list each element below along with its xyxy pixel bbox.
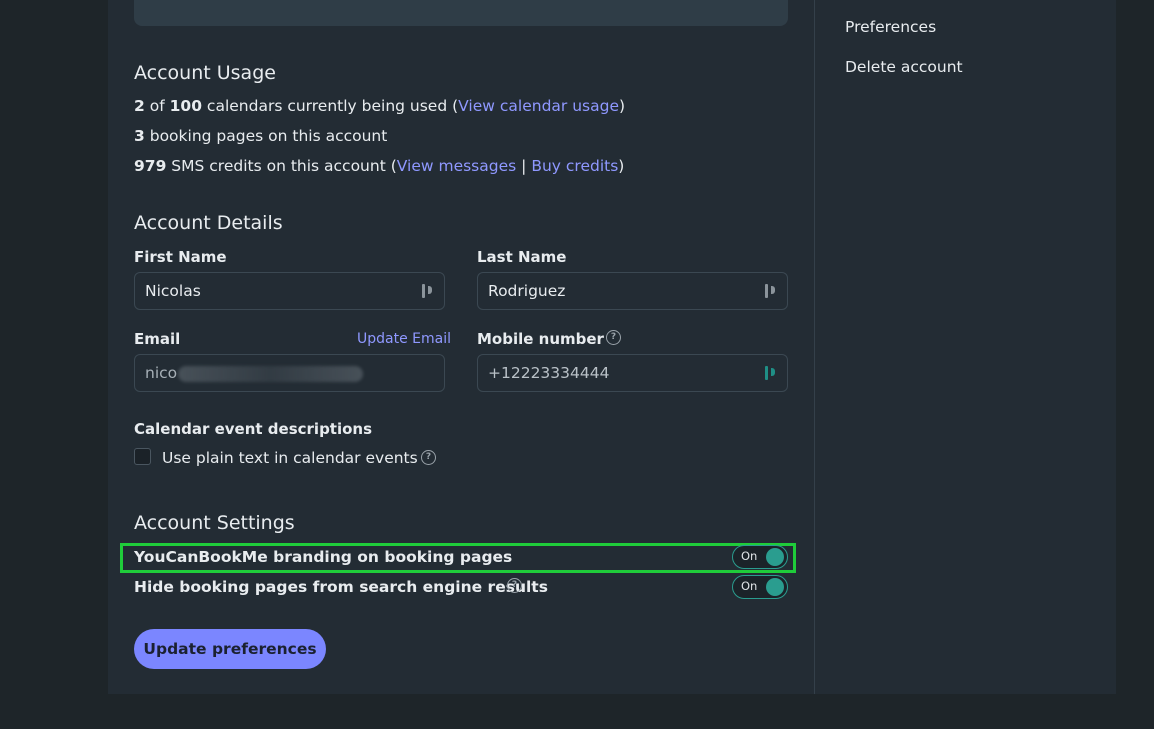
- sidebar-divider: [814, 0, 815, 694]
- close-paren: ): [618, 97, 626, 115]
- close-paren: ): [618, 157, 625, 175]
- update-email-link[interactable]: Update Email: [357, 331, 451, 347]
- account-settings-heading: Account Settings: [134, 512, 295, 534]
- password-manager-icon[interactable]: [422, 283, 434, 299]
- toggle-knob: [766, 548, 784, 566]
- password-manager-icon[interactable]: [765, 283, 777, 299]
- branding-toggle-text: On: [741, 549, 758, 563]
- branding-toggle[interactable]: On: [732, 545, 788, 569]
- branding-label: YouCanBookMe branding on booking pages: [134, 548, 513, 566]
- hide-search-toggle[interactable]: On: [732, 575, 788, 599]
- link-separator: |: [521, 157, 527, 175]
- first-name-value: Nicolas: [145, 282, 201, 300]
- hide-search-toggle-text: On: [741, 579, 758, 593]
- help-icon[interactable]: ?: [606, 330, 621, 345]
- mobile-number-field[interactable]: +12223334444: [477, 354, 788, 392]
- update-preferences-button[interactable]: Update preferences: [134, 629, 326, 669]
- last-name-label: Last Name: [477, 248, 567, 266]
- plain-text-checkbox[interactable]: [134, 448, 151, 465]
- help-icon[interactable]: ?: [507, 578, 522, 593]
- email-label: Email: [134, 330, 181, 348]
- sidebar-item-delete-account[interactable]: Delete account: [845, 58, 963, 76]
- email-redacted: [178, 365, 364, 382]
- email-value: nico: [145, 364, 178, 382]
- booking-pages-line: 3 booking pages on this account: [134, 127, 387, 145]
- hide-search-label: Hide booking pages from search engine re…: [134, 578, 548, 596]
- sms-credits-text: SMS credits on this account (: [171, 157, 397, 175]
- email-field: nico: [134, 354, 445, 392]
- calendar-usage-line: 2 of 100 calendars currently being used …: [134, 97, 625, 115]
- last-name-field[interactable]: Rodriguez: [477, 272, 788, 310]
- booking-pages-text: booking pages on this account: [149, 127, 388, 145]
- sms-credits-line: 979 SMS credits on this account (View me…: [134, 157, 624, 175]
- sms-credits-count: 979: [134, 157, 167, 175]
- calendar-event-descriptions-label: Calendar event descriptions: [134, 420, 373, 438]
- mobile-number-label: Mobile number: [477, 330, 604, 348]
- sidebar-item-preferences[interactable]: Preferences: [845, 18, 936, 36]
- last-name-value: Rodriguez: [488, 282, 566, 300]
- help-icon[interactable]: ?: [421, 450, 436, 465]
- calendars-total-count: 100: [169, 97, 202, 115]
- calendars-of-text: of: [149, 97, 165, 115]
- view-calendar-usage-link[interactable]: View calendar usage: [458, 97, 619, 115]
- first-name-label: First Name: [134, 248, 227, 266]
- account-details-heading: Account Details: [134, 212, 283, 234]
- toggle-knob: [766, 578, 784, 596]
- account-usage-heading: Account Usage: [134, 62, 276, 84]
- buy-credits-link[interactable]: Buy credits: [531, 157, 618, 175]
- view-messages-link[interactable]: View messages: [397, 157, 516, 175]
- calendars-usage-text: calendars currently being used (: [206, 97, 459, 115]
- first-name-field[interactable]: Nicolas: [134, 272, 445, 310]
- top-panel: [134, 0, 788, 26]
- password-manager-icon[interactable]: [765, 365, 777, 381]
- booking-pages-count: 3: [134, 127, 145, 145]
- mobile-number-value: +12223334444: [488, 364, 610, 382]
- calendars-used-count: 2: [134, 97, 145, 115]
- plain-text-label[interactable]: Use plain text in calendar events: [162, 449, 418, 467]
